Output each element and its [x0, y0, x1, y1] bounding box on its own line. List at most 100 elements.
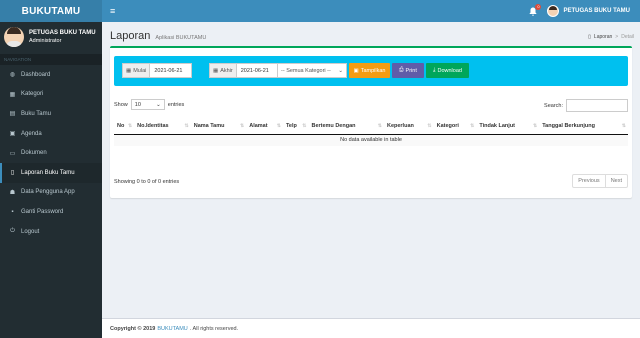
footer-copyright: Copyright © 2019	[110, 325, 156, 332]
start-date-group: ▦ Mulai 2021-06-21	[122, 63, 193, 78]
table-search: Search:	[544, 99, 628, 112]
download-button-label: Download	[437, 67, 462, 74]
breadcrumb-file-icon: ▯	[588, 34, 591, 40]
notification-bell-icon[interactable]: 0	[529, 3, 542, 16]
column-header-alamat[interactable]: Alamat ⇅	[246, 118, 283, 135]
brand-logo[interactable]: BUKUTAMU	[0, 0, 102, 22]
start-date-input[interactable]: 2021-06-21	[150, 63, 193, 78]
sidebar-item-label: Agenda	[21, 130, 42, 137]
end-date-addon: ▦ Akhir	[209, 63, 237, 78]
table-info: Showing 0 to 0 of 0 entries	[114, 179, 180, 185]
end-date-label: Akhir	[220, 67, 233, 74]
calendar-check-icon: ▣	[353, 67, 359, 74]
sidebar-user-panel: PETUGAS BUKU TAMU Administrator	[0, 22, 102, 52]
sort-icon: ⇅	[533, 123, 538, 129]
print-button-label: Print	[405, 67, 417, 74]
column-header-telp[interactable]: Telp ⇅	[282, 118, 309, 135]
category-select-value: -- Semua Kategori --	[281, 67, 331, 74]
sidebar-item-data-pengguna-app[interactable]: ☗ Data Pengguna App	[0, 183, 102, 203]
column-header-label: Nama Tamu	[193, 123, 225, 129]
sidebar-menu: ◍ Dashboard ▦ Kategori ▤ Buku Tamu ▣ Agenda ▭ Dok…	[0, 65, 102, 241]
column-header-keperluan[interactable]: Keperluan ⇅	[383, 118, 434, 135]
filter-bar: ▦ Mulai 2021-06-21 ▦ Akhir 2021-06-21 --…	[114, 56, 628, 86]
download-button[interactable]: ⤓ Download	[426, 63, 469, 78]
sidebar-item-label: Ganti Password	[21, 208, 64, 215]
sidebar-item-dashboard[interactable]: ◍ Dashboard	[0, 65, 102, 85]
column-header-no-identitas[interactable]: No.Identitas ⇅	[134, 118, 191, 135]
sidebar-item-agenda[interactable]: ▣ Agenda	[0, 124, 102, 144]
category-select[interactable]: -- Semua Kategori -- ⌄	[277, 63, 347, 78]
grid-icon: ▦	[9, 91, 16, 98]
footer-rights: . All rights reserved.	[189, 325, 239, 332]
show-button[interactable]: ▣ Tampilkan	[349, 63, 390, 78]
column-header-label: No	[117, 123, 125, 129]
sort-icon: ⇅	[184, 123, 189, 129]
column-header-label: Tindak Lanjut	[479, 123, 516, 129]
top-navbar: BUKUTAMU ≡ 0 PETUGAS BUKU TAMU	[0, 0, 640, 22]
entries-length-control: Show 10 ⌄ entries	[114, 99, 184, 110]
sidebar-item-laporan-buku-tamu[interactable]: ▯ Laporan Buku Tamu	[0, 162, 102, 183]
sidebar-item-label: Logout	[21, 228, 40, 235]
entries-select[interactable]: 10 ⌄	[130, 99, 165, 110]
document-icon: ▭	[9, 150, 16, 157]
sidebar-item-label: Kategori	[21, 91, 44, 98]
footer-brand-link[interactable]: BUKUTAMU	[157, 326, 187, 332]
column-header-label: Telp	[285, 123, 297, 129]
sort-icon: ⇅	[302, 123, 307, 129]
sidebar-toggle-icon[interactable]: ≡	[110, 6, 115, 16]
sort-icon: ⇅	[276, 123, 281, 129]
column-header-bertemu-dengan[interactable]: Bertemu Dengan ⇅	[308, 118, 384, 135]
nav-section-header: NAVIGATION	[0, 54, 102, 65]
sort-icon: ⇅	[427, 123, 432, 129]
sidebar-item-label: Dokumen	[21, 150, 47, 157]
calendar-icon: ▦	[126, 67, 132, 74]
column-header-tindak-lanjut[interactable]: Tindak Lanjut ⇅	[476, 118, 540, 135]
entries-label: entries	[167, 101, 185, 108]
sidebar-item-label: Dashboard	[21, 71, 51, 78]
sidebar-item-logout[interactable]: ⏻ Logout	[0, 222, 102, 242]
table-header-row: No ⇅ No.Identitas ⇅ Nama Tamu ⇅ Alamat ⇅ Telp ⇅ Be…	[114, 118, 628, 135]
pagination: Previous Next	[572, 174, 628, 188]
page-header: Laporan Aplikasi BUKUTAMU	[110, 30, 206, 42]
sidebar-item-label: Data Pengguna App	[21, 189, 75, 196]
sidebar-avatar	[4, 27, 24, 47]
navbar-right: 0 PETUGAS BUKU TAMU	[529, 0, 630, 22]
breadcrumb-separator: >	[615, 34, 619, 40]
main-content: Laporan Aplikasi BUKUTAMU ▯ Laporan > De…	[102, 22, 640, 318]
user-menu-label: PETUGAS BUKU TAMU	[563, 8, 630, 14]
search-input[interactable]	[566, 99, 628, 112]
sidebar-user-name: PETUGAS BUKU TAMU	[29, 30, 96, 36]
calendar-icon: ▦	[213, 67, 219, 74]
sidebar-item-buku-tamu[interactable]: ▤ Buku Tamu	[0, 104, 102, 124]
sort-icon: ⇅	[621, 123, 626, 129]
column-header-label: Tanggal Berkunjung	[542, 123, 595, 129]
sidebar-item-ganti-password[interactable]: ▪ Ganti Password	[0, 202, 102, 222]
empty-table-message: No data available in table	[114, 134, 628, 146]
footer: Copyright © 2019 BUKUTAMU . All rights r…	[102, 318, 640, 338]
entries-select-value: 10	[134, 101, 141, 108]
column-header-nama-tamu[interactable]: Nama Tamu ⇅	[190, 118, 247, 135]
print-button[interactable]: ⎙ Print	[392, 63, 424, 78]
next-page-button[interactable]: Next	[604, 175, 627, 187]
column-header-no[interactable]: No ⇅	[114, 118, 135, 135]
previous-page-button[interactable]: Previous	[573, 175, 604, 187]
sidebar-user-role: Administrator	[29, 38, 62, 44]
column-header-kategori[interactable]: Kategori ⇅	[433, 118, 477, 135]
sidebar-item-dokumen[interactable]: ▭ Dokumen	[0, 143, 102, 163]
start-date-label: Mulai	[133, 67, 147, 74]
end-date-input[interactable]: 2021-06-21	[236, 63, 279, 78]
chevron-down-icon: ⌄	[156, 101, 161, 108]
user-menu[interactable]: PETUGAS BUKU TAMU	[547, 5, 630, 17]
sidebar-item-kategori[interactable]: ▦ Kategori	[0, 85, 102, 105]
show-button-label: Tampilkan	[360, 67, 386, 74]
column-header-label: Keperluan	[386, 123, 414, 129]
search-label: Search:	[544, 102, 563, 109]
column-header-tanggal-berkunjung[interactable]: Tanggal Berkunjung ⇅	[539, 118, 628, 135]
sidebar-item-label: Buku Tamu	[21, 110, 51, 117]
breadcrumb-item-laporan[interactable]: Laporan	[594, 34, 612, 40]
page-subtitle: Aplikasi BUKUTAMU	[155, 35, 207, 41]
print-icon: ⎙	[399, 67, 404, 73]
sort-icon: ⇅	[127, 123, 133, 129]
download-icon: ⤓	[433, 67, 436, 73]
user-avatar	[547, 5, 560, 17]
